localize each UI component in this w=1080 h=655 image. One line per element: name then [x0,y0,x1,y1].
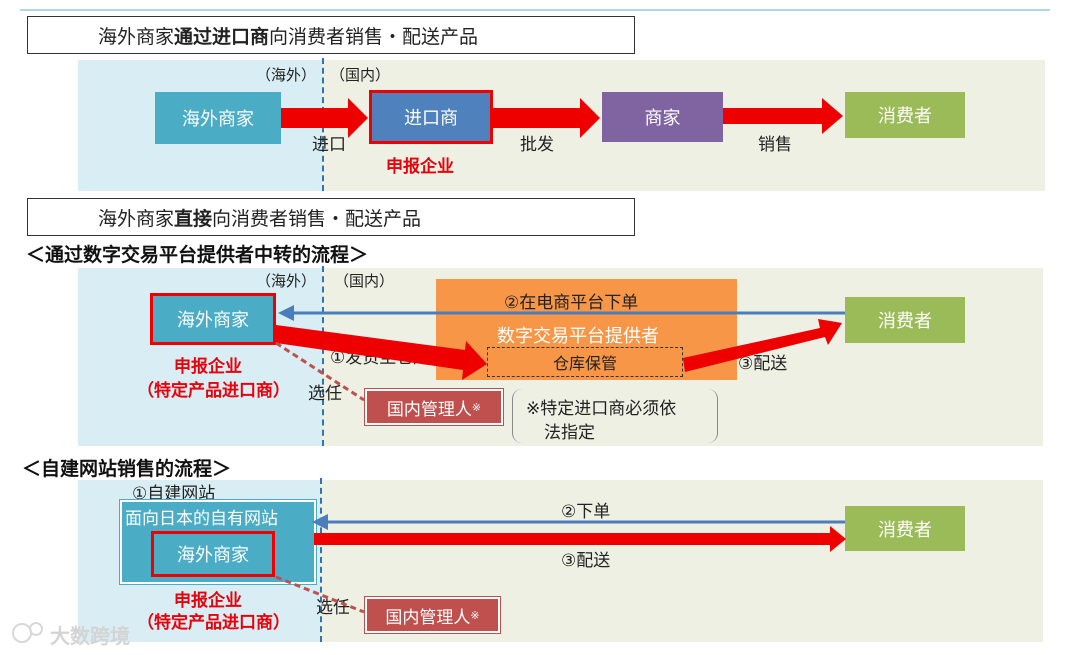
watermark: 大数跨境 [50,624,130,648]
order-arrowhead [312,514,328,530]
order-arrowhead [278,305,294,321]
arrows-layer [12,98,846,643]
sales-arrow [723,98,843,134]
watermark-logo-icon [12,623,32,643]
import-arrow [281,98,368,138]
ship-arrow [276,325,487,380]
appoint-line [275,575,365,614]
deliver-arrow [314,526,846,552]
wholesale-arrow [493,98,600,138]
deliver-arrow [683,319,842,372]
